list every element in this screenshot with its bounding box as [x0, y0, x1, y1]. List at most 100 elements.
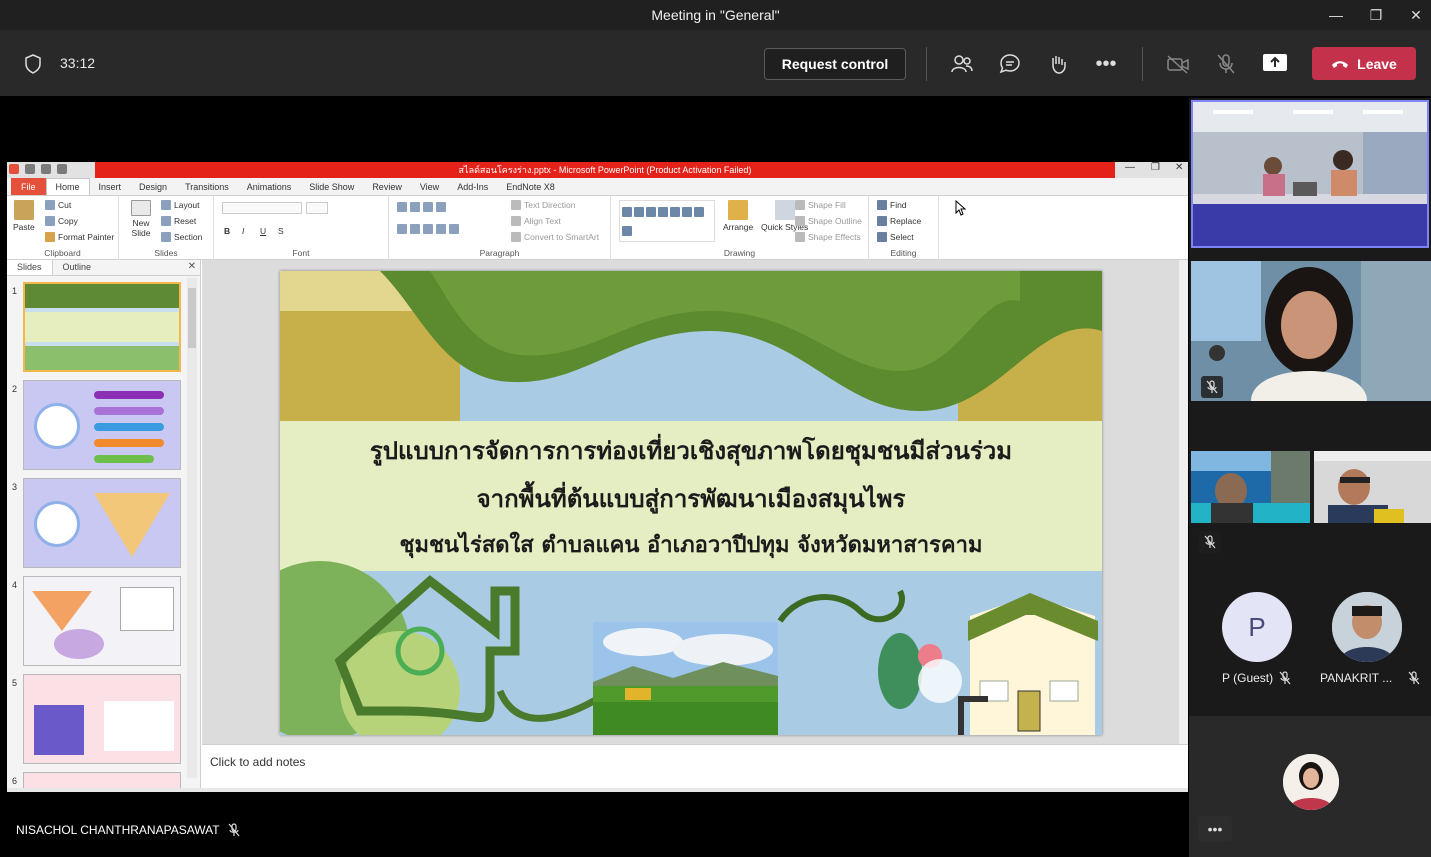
minimize-icon[interactable]: — [1316, 0, 1356, 30]
find-button[interactable]: Find [877, 200, 907, 210]
ppt-restore-icon[interactable]: ❐ [1151, 162, 1160, 173]
slide-editing-area[interactable]: รูปแบบการจัดการการท่องเที่ยวเชิงสุขภาพโด… [202, 260, 1188, 744]
current-slide[interactable]: รูปแบบการจัดการการท่องเที่ยวเชิงสุขภาพโด… [280, 271, 1102, 735]
avatar[interactable]: P [1222, 592, 1292, 662]
copy-button[interactable]: Copy [45, 216, 78, 226]
cut-button[interactable]: Cut [45, 200, 71, 210]
text-direction-button[interactable]: Text Direction [511, 200, 576, 210]
layout-button[interactable]: Layout [161, 200, 200, 210]
avatar[interactable] [1332, 592, 1402, 662]
arrange-button[interactable]: Arrange [723, 200, 753, 232]
thumbnail-number: 5 [12, 678, 18, 688]
participant-name: P (Guest) [1222, 671, 1291, 685]
ppt-titlebar: สไลด์สอนโครงร่าง.pptx - Microsoft PowerP… [7, 162, 1188, 178]
italic-icon[interactable]: I [242, 226, 244, 236]
participant-video-office[interactable] [1314, 451, 1431, 523]
save-icon[interactable] [25, 164, 35, 174]
restore-icon[interactable]: ❐ [1356, 0, 1396, 30]
replace-button[interactable]: Replace [877, 216, 921, 226]
select-button[interactable]: Select [877, 232, 914, 242]
participant-name: PANAKRIT ... [1320, 671, 1420, 685]
leave-label: Leave [1357, 55, 1397, 72]
tab-transitions[interactable]: Transitions [176, 178, 238, 195]
mic-off-icon[interactable] [1214, 52, 1238, 76]
mic-muted-icon [1199, 531, 1221, 553]
tab-add-ins[interactable]: Add-Ins [448, 178, 497, 195]
slide-title-line-2[interactable]: จากพื้นที่ต้นแบบสู่การพัฒนาเมืองสมุนไพร [280, 479, 1102, 518]
redo-icon[interactable] [57, 164, 67, 174]
tab-animations[interactable]: Animations [238, 178, 301, 195]
shield-icon [25, 54, 41, 74]
font-name-select[interactable] [222, 202, 302, 214]
ribbon-group-slides: New Slide Layout Reset Section Slides [119, 196, 214, 260]
raise-hand-icon[interactable] [1046, 52, 1070, 76]
shape-outline-button[interactable]: Shape Outline [795, 216, 862, 226]
section-button[interactable]: Section [161, 232, 202, 242]
shapes-gallery[interactable] [619, 200, 715, 242]
tab-review[interactable]: Review [363, 178, 411, 195]
bullets-icon[interactable] [397, 202, 446, 212]
quick-access-toolbar [9, 164, 67, 174]
chat-icon[interactable] [998, 52, 1022, 76]
pane-tab-outline[interactable]: Outline [53, 260, 102, 275]
slide-title-line-3[interactable]: ชุมชนไร่สดใส ตำบลแคน อำเภอวาปีปทุม จังหว… [280, 527, 1102, 562]
toolbar-divider [926, 47, 927, 81]
slide-thumbnail-5[interactable] [23, 674, 181, 764]
tab-view[interactable]: View [411, 178, 448, 195]
shadow-icon[interactable]: S [278, 226, 284, 236]
tab-insert[interactable]: Insert [90, 178, 131, 195]
slide-thumbnail-1[interactable] [23, 282, 181, 372]
thumbnail-number: 6 [12, 776, 18, 786]
notes-area[interactable]: Click to add notes [202, 744, 1188, 788]
ribbon-home: Paste Cut Copy Format Painter Clipboard … [7, 196, 1188, 260]
font-size-select[interactable] [306, 202, 328, 214]
participant-video-beach[interactable] [1191, 451, 1310, 523]
slides-label: Slides [154, 248, 178, 258]
underline-icon[interactable]: U [260, 226, 266, 236]
more-actions-icon[interactable]: ••• [1094, 52, 1118, 76]
share-screen-icon[interactable] [1262, 52, 1288, 74]
shape-effects-button[interactable]: Shape Effects [795, 232, 861, 242]
participant-video-room[interactable] [1191, 100, 1429, 248]
bold-icon[interactable]: B [224, 226, 230, 236]
pane-tab-slides[interactable]: Slides [7, 260, 53, 275]
format-painter-button[interactable]: Format Painter [45, 232, 114, 242]
font-label: Font [292, 248, 310, 258]
mic-muted-icon [1279, 671, 1291, 685]
more-participants-icon[interactable]: ••• [1198, 816, 1232, 842]
reset-button[interactable]: Reset [161, 216, 196, 226]
mouse-cursor-icon [955, 200, 967, 216]
ppt-minimize-icon[interactable]: — [1125, 162, 1135, 173]
powerpoint-window[interactable]: สไลด์สอนโครงร่าง.pptx - Microsoft PowerP… [7, 162, 1188, 792]
thumbnail-number: 3 [12, 482, 18, 492]
ribbon-tabs: File Home Insert Design Transitions Anim… [7, 178, 1188, 196]
rice-field-photo[interactable] [593, 622, 778, 735]
undo-icon[interactable] [41, 164, 51, 174]
slide-thumbnail-3[interactable] [23, 478, 181, 568]
close-icon[interactable]: ✕ [1396, 0, 1431, 30]
camera-off-icon[interactable] [1166, 52, 1190, 76]
paste-button[interactable]: Paste [13, 200, 35, 232]
thumbnails-scrollbar[interactable] [187, 278, 197, 778]
slide-thumbnail-4[interactable] [23, 576, 181, 666]
participant-video-speaker[interactable] [1191, 261, 1431, 401]
tab-file[interactable]: File [11, 178, 46, 195]
tab-slide-show[interactable]: Slide Show [300, 178, 363, 195]
slide-scrollbar[interactable] [1179, 260, 1188, 744]
new-slide-button[interactable]: New Slide [125, 200, 157, 238]
convert-smartart-button[interactable]: Convert to SmartArt [511, 232, 599, 242]
tab-home[interactable]: Home [45, 178, 90, 195]
leave-button[interactable]: Leave [1312, 47, 1416, 80]
request-control-button[interactable]: Request control [764, 48, 906, 80]
tab-design[interactable]: Design [130, 178, 176, 195]
slide-thumbnail-2[interactable] [23, 380, 181, 470]
tab-endnote[interactable]: EndNote X8 [497, 178, 564, 195]
ppt-close-icon[interactable]: ✕ [1175, 162, 1183, 173]
align-icons[interactable] [397, 224, 459, 234]
align-text-button[interactable]: Align Text [511, 216, 561, 226]
shape-fill-button[interactable]: Shape Fill [795, 200, 846, 210]
ribbon-group-drawing: Arrange Quick Styles Shape Fill Shape Ou… [611, 196, 869, 260]
pane-close-icon[interactable]: ✕ [188, 261, 196, 272]
participants-icon[interactable] [950, 52, 974, 76]
slide-title-line-1[interactable]: รูปแบบการจัดการการท่องเที่ยวเชิงสุขภาพโด… [280, 431, 1102, 470]
